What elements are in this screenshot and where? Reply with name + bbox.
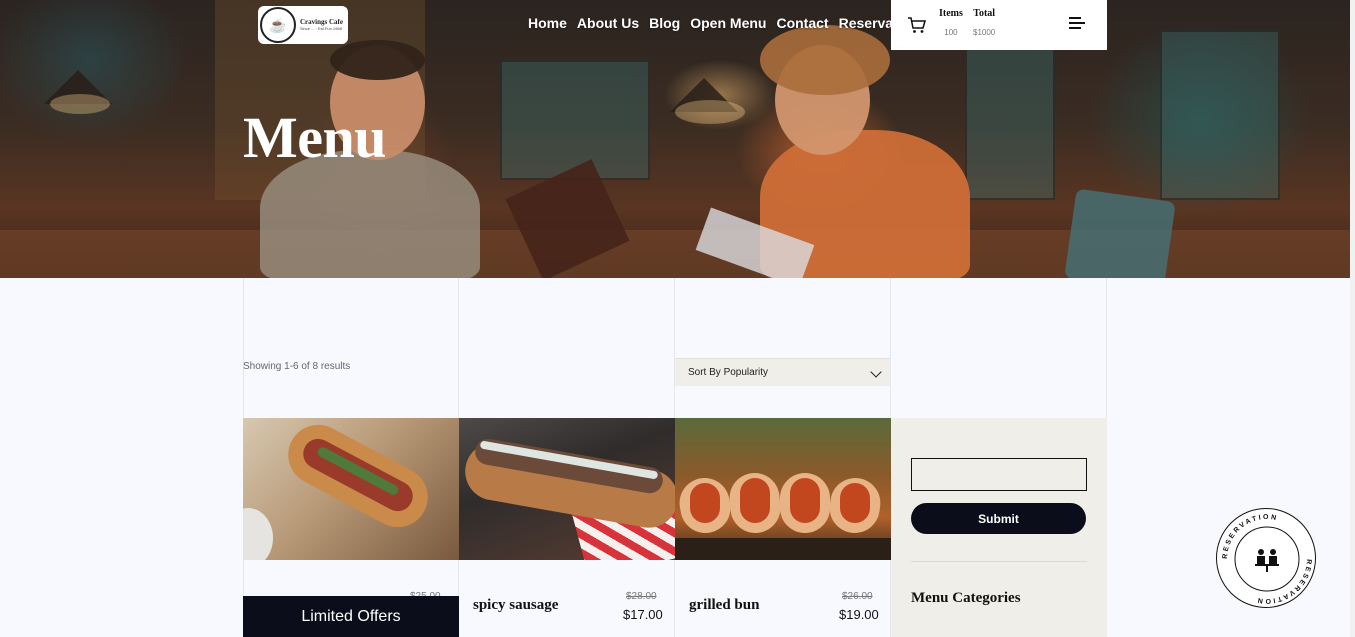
product-image-hotdog[interactable] [243, 418, 459, 560]
product-price: $19.00 [839, 607, 879, 622]
product-name[interactable]: spicy sausage [473, 597, 558, 614]
hero-banner: ☕ Cravings Cafe Since ... · Est.Fun 1968… [0, 0, 1355, 278]
sidebar: Submit Menu Categories [891, 418, 1107, 637]
submit-button[interactable]: Submit [911, 503, 1086, 534]
page-title: Menu [243, 105, 387, 170]
menu-categories-title: Menu Categories [911, 590, 1021, 606]
chevron-down-icon [870, 366, 882, 378]
nav-about-us[interactable]: About Us [577, 15, 639, 31]
sort-select[interactable]: Sort By Popularity [675, 358, 890, 386]
reservation-badge[interactable]: RESERVATION RESERVATION [1216, 508, 1316, 608]
cart-total-label: Total [973, 8, 996, 19]
main-nav: Home About Us Blog Open Menu Contact Res… [528, 15, 929, 31]
cart-summary[interactable]: Items 100 Total $1000 [891, 0, 1107, 50]
product-name[interactable]: grilled bun [689, 597, 759, 614]
product-old-price: $26.00 [842, 591, 873, 602]
site-logo[interactable]: ☕ Cravings Cafe Since ... · Est.Fun 1968 [258, 6, 348, 44]
nav-open-menu[interactable]: Open Menu [690, 15, 766, 31]
product-old-price: $28.00 [626, 591, 657, 602]
coffee-cup-icon: ☕ [260, 7, 296, 43]
search-input[interactable] [911, 458, 1087, 491]
dining-table-icon [1255, 549, 1279, 572]
sort-selected-value: Sort By Popularity [688, 367, 769, 378]
brand-tagline: Since ... · Est.Fun 1968 [300, 25, 342, 31]
nav-home[interactable]: Home [528, 15, 567, 31]
shopping-cart-icon[interactable] [907, 16, 927, 34]
cart-items-value: 100 [944, 28, 958, 37]
limited-offers-button[interactable]: Limited Offers [243, 596, 459, 637]
scrollbar[interactable] [1350, 0, 1355, 637]
results-count: Showing 1-6 of 8 results [243, 361, 351, 372]
product-image-grilled-bun[interactable] [675, 418, 891, 560]
cart-items-label: Items [939, 8, 963, 19]
divider [911, 561, 1087, 562]
cart-total-value: $1000 [973, 28, 996, 37]
reservation-badge-graphic: RESERVATION RESERVATION [1222, 514, 1310, 604]
nav-blog[interactable]: Blog [649, 15, 680, 31]
nav-contact[interactable]: Contact [776, 15, 828, 31]
hamburger-menu-icon[interactable] [1069, 17, 1085, 29]
product-image-spicy-sausage[interactable] [459, 418, 675, 560]
product-price: $17.00 [623, 607, 663, 622]
